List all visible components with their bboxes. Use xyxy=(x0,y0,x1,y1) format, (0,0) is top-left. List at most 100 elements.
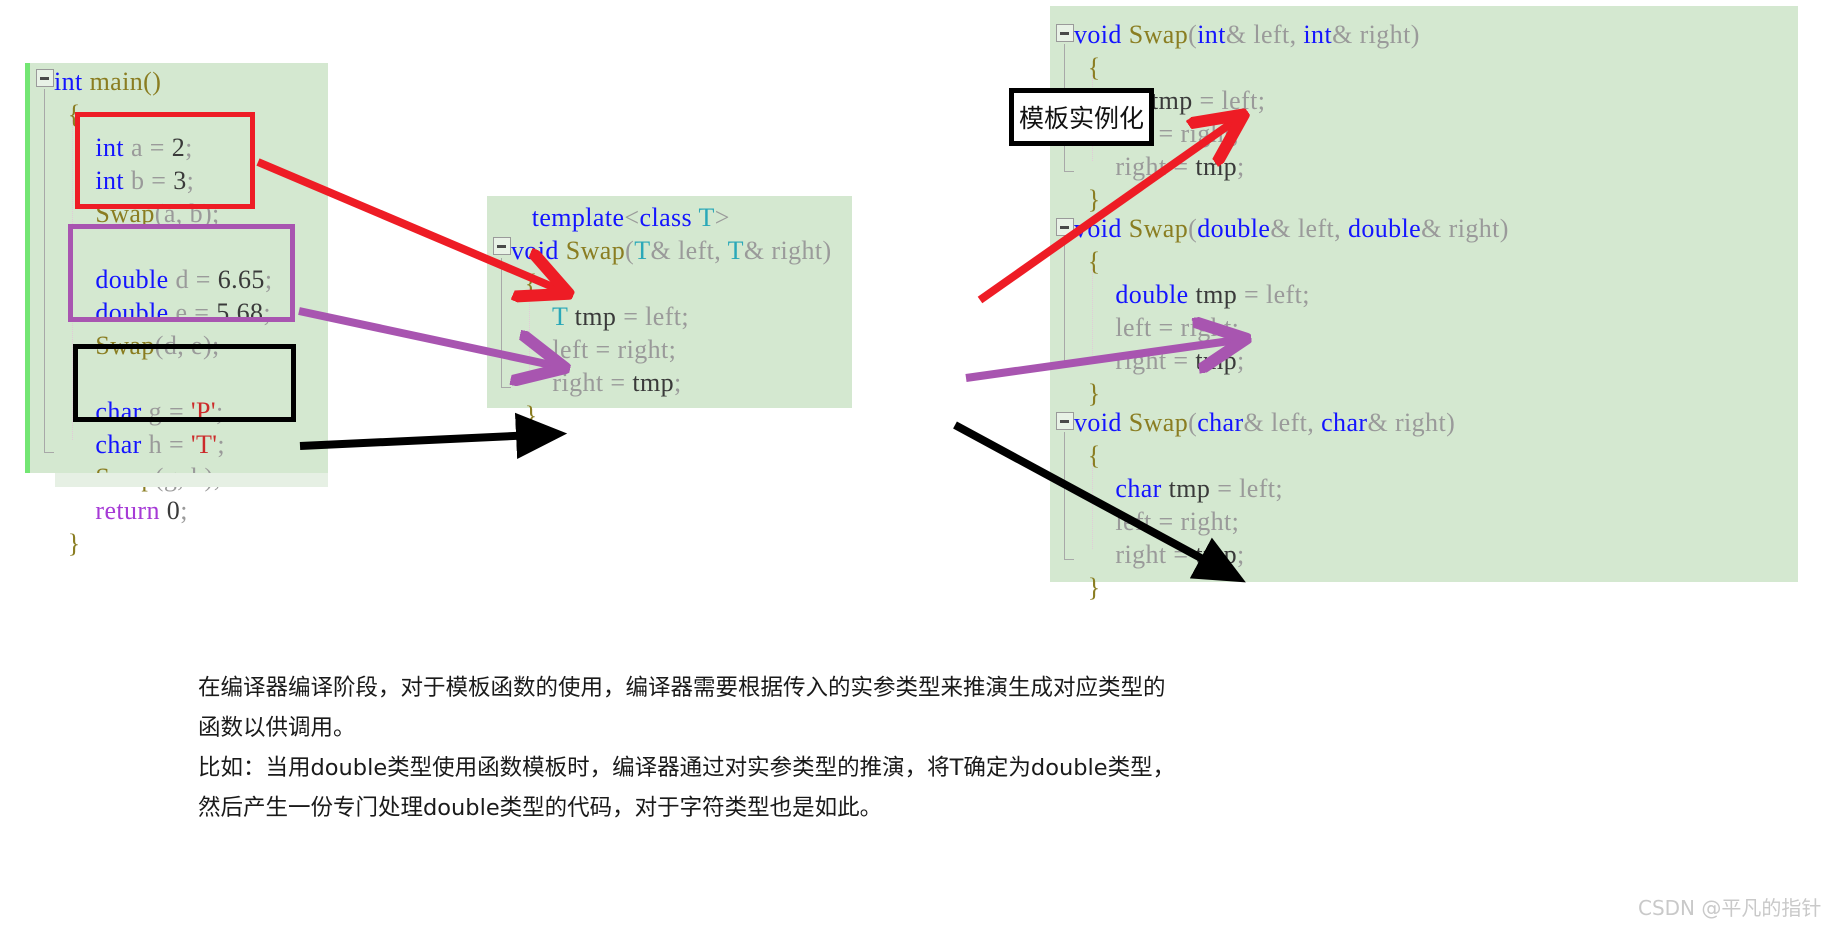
explanation-paragraph-1: 在编译器编译阶段，对于模板函数的使用，编译器需要根据传入的实参类型来推演生成对应… xyxy=(198,675,1166,741)
code-line: left = right; xyxy=(1074,117,1798,150)
code-token: tmp xyxy=(1195,346,1238,375)
code-token: main xyxy=(89,67,144,96)
code-token: { xyxy=(511,269,538,298)
code-token: ; xyxy=(1237,346,1245,375)
code-token: () xyxy=(143,67,162,96)
code-token: & left, xyxy=(1243,408,1322,437)
code-token: } xyxy=(1074,379,1101,408)
code-token: Swap xyxy=(1128,408,1189,437)
code-token: char xyxy=(1321,408,1368,437)
code-token: } xyxy=(1074,573,1101,602)
code-token: = left; xyxy=(1237,280,1310,309)
code-line: char tmp = left; xyxy=(1074,472,1798,505)
code-line: right = tmp; xyxy=(1074,344,1798,377)
collapse-toggle-swap-double[interactable] xyxy=(1056,218,1074,236)
code-token: ( xyxy=(1188,20,1198,49)
code-token: T xyxy=(551,302,568,331)
code-line: void Swap(char& left, char& right) xyxy=(1074,406,1798,439)
explanation-text: 在编译器编译阶段，对于模板函数的使用，编译器需要根据传入的实参类型来推演生成对应… xyxy=(198,668,1183,828)
swap-double-code-text: void Swap(double& left, double& right) {… xyxy=(1050,212,1798,410)
code-token: > xyxy=(714,203,730,232)
scope-guide-template xyxy=(501,258,511,388)
collapse-toggle-swap-int[interactable] xyxy=(1056,24,1074,42)
code-token: ; xyxy=(1237,152,1245,181)
code-token: & left, xyxy=(1270,214,1348,243)
swap-char-block: void Swap(char& left, char& right) { cha… xyxy=(1050,406,1798,602)
collapse-toggle-template[interactable] xyxy=(493,237,511,255)
code-token: tmp xyxy=(1168,474,1211,503)
code-line: left = right; xyxy=(1074,505,1798,538)
code-line: left = right; xyxy=(511,333,852,366)
template-instantiation-label: 模板实例化 xyxy=(1009,88,1154,146)
collapse-toggle-swap-char[interactable] xyxy=(1056,412,1074,430)
explanation-paragraph-2: 比如：当用double类型使用函数模板时，编译器通过对实参类型的推演，将T确定为… xyxy=(198,755,1176,821)
code-line: } xyxy=(511,399,852,432)
highlight-int-calls xyxy=(75,112,255,209)
code-token: ( xyxy=(1188,408,1198,437)
scope-guide-swap-char xyxy=(1064,432,1074,560)
code-token: Swap xyxy=(565,236,626,265)
code-line: void Swap(int& left, int& right) xyxy=(1074,18,1798,51)
code-token: left = right; xyxy=(1074,313,1240,342)
code-token: } xyxy=(1074,185,1101,214)
code-line: } xyxy=(1074,571,1798,604)
code-token: right = xyxy=(511,368,633,397)
code-token: template xyxy=(511,203,625,232)
code-line: void Swap(double& left, double& right) xyxy=(1074,212,1798,245)
code-token: void xyxy=(1074,214,1129,243)
code-token: = left; xyxy=(1210,474,1284,503)
code-line: return 0; xyxy=(54,494,328,527)
swap-char-code-text: void Swap(char& left, char& right) { cha… xyxy=(1050,406,1798,604)
scope-guide-main xyxy=(44,89,54,453)
code-token: & right) xyxy=(743,236,832,265)
code-line: { xyxy=(1074,245,1798,278)
code-token: = left; xyxy=(616,302,690,331)
code-line: right = tmp; xyxy=(1074,150,1798,183)
code-token: return xyxy=(54,496,167,525)
code-token: ( xyxy=(625,236,635,265)
code-token: char xyxy=(54,430,149,459)
code-line: { xyxy=(1074,439,1798,472)
code-token: } xyxy=(511,401,538,430)
code-token: ; xyxy=(1237,540,1245,569)
code-token: ; xyxy=(180,496,188,525)
code-token: ; xyxy=(674,368,682,397)
code-line: char h = 'T'; xyxy=(54,428,328,461)
code-token: left = right; xyxy=(511,335,677,364)
code-token: right = xyxy=(1074,152,1196,181)
code-token: & right) xyxy=(1367,408,1456,437)
code-token: left = right; xyxy=(1074,507,1240,536)
code-token: void xyxy=(1074,20,1129,49)
code-token: ; xyxy=(217,430,225,459)
code-token: void xyxy=(1074,408,1129,437)
code-token: tmp xyxy=(1150,86,1193,115)
swap-double-block: void Swap(double& left, double& right) {… xyxy=(1050,212,1798,408)
code-line: right = tmp; xyxy=(1074,538,1798,571)
code-token: double xyxy=(1197,214,1271,243)
code-token: tmp xyxy=(574,302,617,331)
code-token: tmp xyxy=(632,368,675,397)
code-token: T xyxy=(634,236,651,265)
instantiations-panel: void Swap(int& left, int& right) { int t… xyxy=(1050,6,1798,602)
code-line: right = tmp; xyxy=(511,366,852,399)
code-token: int xyxy=(54,67,90,96)
code-line: } xyxy=(54,527,328,560)
code-token: T xyxy=(698,203,715,232)
code-token: T xyxy=(727,236,744,265)
code-token: char xyxy=(1074,474,1169,503)
csdn-watermark: CSDN @平凡的指针 xyxy=(1638,896,1822,920)
code-line: int tmp = left; xyxy=(1074,84,1798,117)
code-line: T tmp = left; xyxy=(511,300,852,333)
code-token: class xyxy=(639,203,699,232)
code-token: { xyxy=(1074,441,1101,470)
template-code-text: template<class T> void Swap(T& left, T& r… xyxy=(487,196,852,432)
code-token: 0 xyxy=(166,496,181,525)
code-line: void Swap(T& left, T& right) xyxy=(511,234,852,267)
collapse-toggle-main[interactable] xyxy=(36,69,54,87)
code-token: int xyxy=(1303,20,1333,49)
code-token: tmp xyxy=(1195,540,1238,569)
code-token: = left; xyxy=(1192,86,1266,115)
code-line: left = right; xyxy=(1074,311,1798,344)
